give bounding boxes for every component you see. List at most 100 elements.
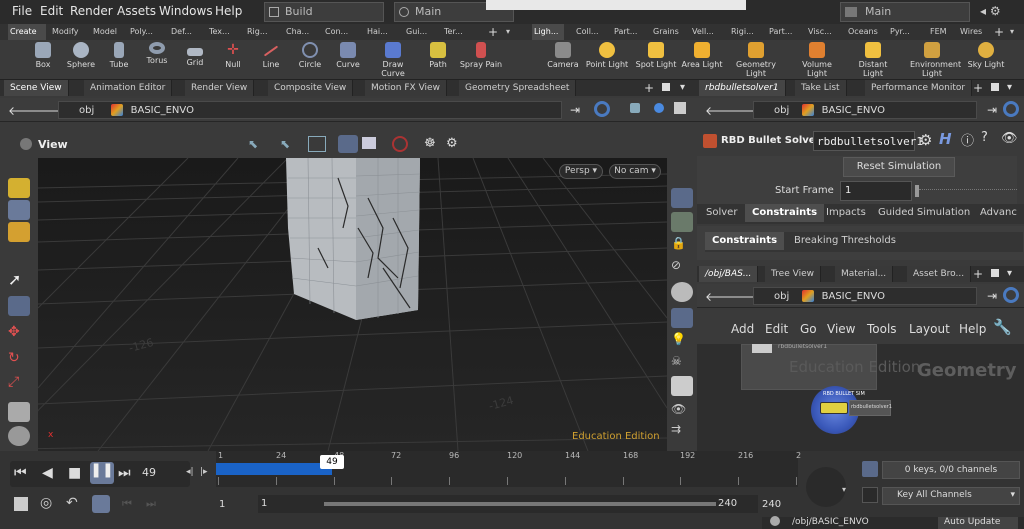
snapshot-view-icon[interactable] — [671, 376, 693, 396]
play-reverse-icon[interactable]: ◀ — [42, 465, 53, 481]
param-path-node[interactable]: BASIC_ENVO — [822, 105, 885, 116]
snapshot-icon[interactable] — [362, 137, 376, 149]
shelf-tool-geometry-light[interactable]: Geometry Light — [734, 42, 778, 78]
gear-icon[interactable]: ⚙ — [919, 131, 932, 149]
handle-tool-icon[interactable] — [308, 136, 326, 152]
link-icon[interactable] — [594, 101, 610, 117]
add-network-tab-icon[interactable]: + — [973, 267, 983, 281]
menu-help[interactable]: Help — [215, 4, 242, 18]
display-options-icon[interactable] — [671, 212, 693, 232]
shelf-tab[interactable]: Visc... — [806, 24, 836, 40]
shelf-tab[interactable]: Tex... — [207, 24, 239, 40]
add-right-tab-icon[interactable]: + — [973, 81, 983, 95]
network-path-node[interactable]: BASIC_ENVO — [822, 291, 885, 302]
pane-menu-icon[interactable]: ▾ — [680, 82, 685, 93]
shelf-tool-sky-light[interactable]: Sky Light — [964, 42, 1008, 69]
network-path-root[interactable]: obj — [774, 291, 789, 302]
realtime-icon[interactable]: ◎ — [40, 495, 52, 511]
network-menu-view[interactable]: View — [827, 322, 855, 336]
shelf-tab[interactable]: Rig... — [245, 24, 275, 40]
headlight-icon[interactable]: 💡 — [671, 332, 693, 352]
shelf-tab[interactable]: Oceans — [846, 24, 880, 40]
shelf-tab[interactable]: Coll... — [574, 24, 602, 40]
view-layout-icon[interactable] — [674, 102, 686, 114]
gear-icon[interactable]: ⚙ — [446, 136, 458, 151]
shelf-tab[interactable]: Vell... — [690, 24, 718, 40]
range-forward-icon[interactable]: ⏭ — [146, 497, 156, 511]
subtab-constraints[interactable]: Constraints — [705, 232, 785, 250]
menu-windows[interactable]: Windows — [159, 4, 213, 18]
reset-simulation-button[interactable]: Reset Simulation — [843, 157, 955, 177]
view-options-icon[interactable] — [630, 103, 640, 113]
network-path-field[interactable]: obj BASIC_ENVO — [753, 287, 977, 305]
stop-icon[interactable]: ■ — [68, 465, 81, 481]
eye-icon[interactable]: 👁 — [671, 402, 693, 422]
shelf-tool-camera[interactable]: Camera — [541, 42, 585, 69]
shelf-tab[interactable]: Model — [91, 24, 123, 40]
tab-animation-editor[interactable]: Animation Editor — [84, 80, 173, 96]
add-shelf-tab-right-icon[interactable]: + — [994, 25, 1004, 39]
tab-asset-browser[interactable]: Asset Bro... — [907, 266, 972, 282]
shelf-tool-line[interactable]: Line — [249, 42, 293, 69]
audio-key-icon[interactable] — [806, 467, 846, 507]
right-pane-menu-icon[interactable]: ▾ — [1007, 82, 1012, 93]
select-arrow-icon[interactable]: ➚ — [8, 270, 30, 290]
subtab-breaking-thresholds[interactable]: Breaking Thresholds — [787, 232, 903, 250]
shelf-tab[interactable]: Part... — [767, 24, 797, 40]
global-animation-icon[interactable] — [14, 497, 28, 511]
tab-constraints[interactable]: Constraints — [745, 204, 825, 222]
jump-start-icon[interactable]: ⏮ — [14, 465, 27, 481]
tab-obj-path[interactable]: /obj/BAS... — [699, 266, 759, 282]
pose-icon[interactable] — [8, 402, 30, 422]
pause-icon[interactable]: ❚❚ — [90, 462, 114, 484]
wrench-icon[interactable]: 🔧 — [993, 318, 1012, 336]
view-tool-icon[interactable] — [8, 426, 30, 446]
menu-file[interactable]: File — [12, 4, 32, 18]
rbd-bullet-node[interactable] — [820, 402, 848, 414]
window-controls-icon[interactable]: ◂ ⚙ — [980, 4, 1001, 18]
camera-settings-icon[interactable]: ☸ — [424, 136, 436, 151]
light-icon[interactable] — [671, 308, 693, 328]
param-path-field[interactable]: obj BASIC_ENVO — [753, 101, 977, 119]
persp-camera-menu[interactable]: Persp ▾ — [559, 164, 603, 179]
param-pin-icon[interactable]: ⇥ — [987, 103, 997, 117]
view-param-icon[interactable]: 👁 — [1001, 131, 1018, 146]
shelf-tab[interactable]: Cha... — [284, 24, 314, 40]
visibility-icon[interactable]: ⊘ — [671, 258, 693, 278]
rotate-icon[interactable]: ↻ — [8, 350, 30, 370]
tab-motion-fx-view[interactable]: Motion FX View — [365, 80, 447, 96]
shelf-menu-icon[interactable]: ▾ — [506, 27, 510, 36]
flipbook-icon[interactable]: ⇉ — [671, 422, 693, 442]
pin-icon[interactable]: ⇥ — [570, 103, 580, 117]
network-menu-go[interactable]: Go — [800, 322, 817, 336]
shelf-tool-curve[interactable]: Curve — [326, 42, 370, 69]
loop-icon[interactable]: ↶ — [66, 495, 78, 511]
shelf-tool-volume-light[interactable]: Volume Light — [795, 42, 839, 78]
tab-solver[interactable]: Solver — [699, 204, 744, 222]
shelf-tab[interactable]: Gui... — [404, 24, 434, 40]
view-display-icon[interactable] — [654, 103, 664, 113]
render-region-icon[interactable] — [392, 136, 408, 152]
tab-tree-view[interactable]: Tree View — [765, 266, 821, 282]
path-node[interactable]: BASIC_ENVO — [131, 105, 194, 116]
shelf-tool-spot-light[interactable]: Spot Light — [634, 42, 678, 69]
shelf-tab[interactable]: Grains — [651, 24, 681, 40]
network-menu-add[interactable]: Add — [731, 322, 754, 336]
shelf-tab[interactable]: Ligh... — [532, 24, 564, 40]
add-shelf-tab-icon[interactable]: + — [488, 25, 498, 39]
ghost-icon[interactable]: ☠ — [671, 354, 693, 374]
shelf-tab[interactable]: Part... — [612, 24, 642, 40]
param-path-root[interactable]: obj — [774, 105, 789, 116]
tab-guided-simulation[interactable]: Guided Simulation — [871, 204, 977, 222]
range-back-icon[interactable]: ⏮ — [122, 497, 132, 511]
shelf-set-select[interactable]: Main — [840, 2, 970, 22]
desktop-select[interactable]: Build — [264, 2, 384, 22]
display-grid-icon[interactable] — [671, 188, 693, 208]
network-maximize-icon[interactable] — [991, 269, 999, 277]
shelf-tab[interactable]: Hai... — [365, 24, 395, 40]
network-menu-edit[interactable]: Edit — [765, 322, 788, 336]
shelf-tab[interactable]: Def... — [169, 24, 202, 40]
tab-geometry-spreadsheet[interactable]: Geometry Spreadsheet — [459, 80, 577, 96]
shelf-tool-area-light[interactable]: Area Light — [680, 42, 724, 69]
network-link-icon[interactable] — [1003, 287, 1019, 303]
